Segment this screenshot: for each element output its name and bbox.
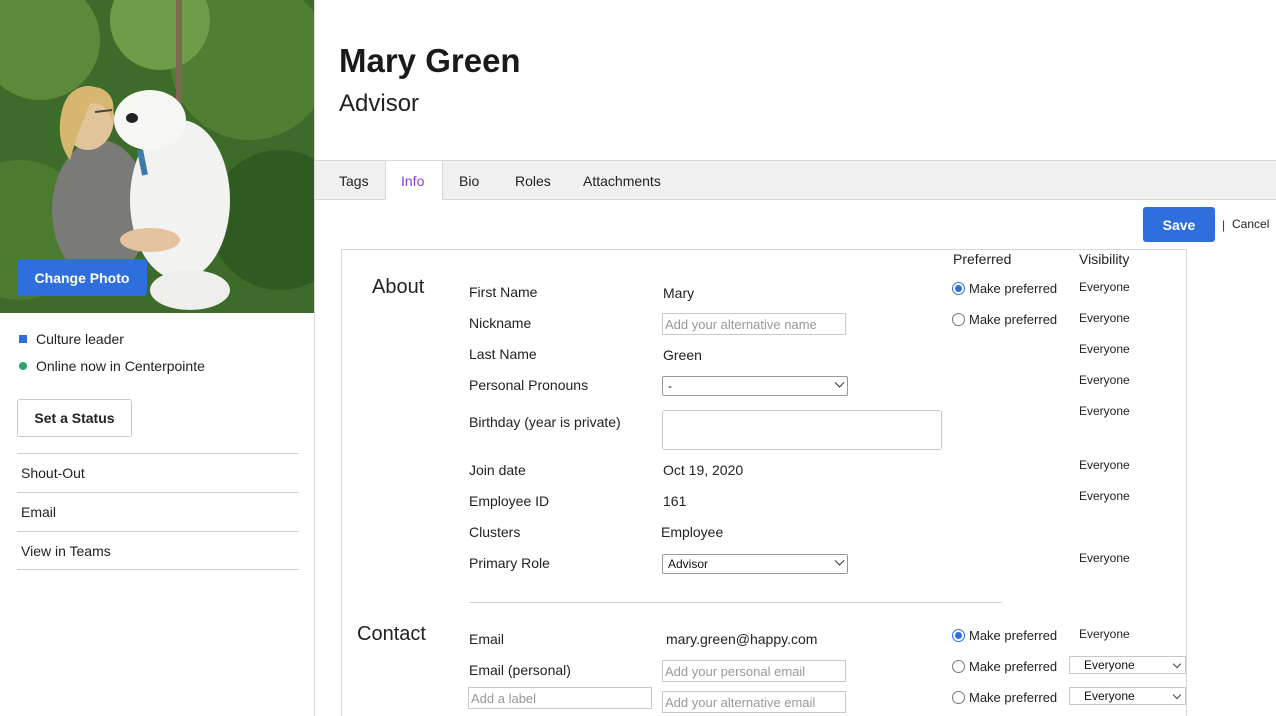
radio-selected-icon[interactable] [952, 282, 965, 295]
nickname-input[interactable] [662, 313, 846, 335]
radio-selected-icon[interactable] [952, 629, 965, 642]
email-preferred[interactable]: Make preferred [952, 628, 1057, 643]
view-in-teams-link[interactable]: View in Teams [17, 531, 299, 570]
change-photo-button[interactable]: Change Photo [17, 259, 147, 296]
tab-bio[interactable]: Bio [459, 161, 479, 200]
radio-icon[interactable] [952, 691, 965, 704]
radio-icon[interactable] [952, 660, 965, 673]
email-alt-visibility-select[interactable]: Everyone [1069, 687, 1186, 705]
profile-page: Change Photo Culture leader Online now i… [0, 0, 1276, 716]
tab-info[interactable]: Info [385, 161, 443, 200]
preferred-label: Make preferred [969, 312, 1058, 327]
visibility-selected-value: Everyone [1084, 689, 1135, 703]
action-separator: | [1222, 218, 1226, 232]
chevron-down-icon [834, 555, 845, 566]
personal-email-input[interactable] [662, 660, 846, 682]
join-date-label: Join date [469, 462, 526, 478]
section-divider [469, 602, 1002, 603]
shout-out-link[interactable]: Shout-Out [17, 453, 299, 492]
badge-square-icon [19, 335, 27, 343]
pronouns-label: Personal Pronouns [469, 377, 589, 393]
email-visibility: Everyone [1079, 627, 1130, 641]
alternative-email-input[interactable] [662, 691, 846, 713]
cancel-link[interactable]: Cancel [1232, 217, 1269, 231]
first-name-preferred[interactable]: Make preferred [952, 281, 1057, 296]
birthday-label: Birthday (year is private) [469, 414, 621, 430]
visibility-column-header: Visibility [1079, 251, 1130, 267]
tab-attachments[interactable]: Attachments [583, 161, 661, 200]
first-name-visibility: Everyone [1079, 280, 1130, 294]
last-name-value: Green [663, 347, 702, 363]
primary-role-selected-value: Advisor [668, 557, 709, 571]
primary-role-select[interactable]: Advisor [662, 554, 848, 574]
preferred-label: Make preferred [969, 659, 1058, 674]
chevron-down-icon [1172, 659, 1182, 669]
contact-section-title: Contact [357, 623, 426, 645]
set-status-button[interactable]: Set a Status [17, 399, 132, 437]
join-date-value: Oct 19, 2020 [663, 462, 744, 478]
profile-sidebar: Change Photo Culture leader Online now i… [0, 0, 315, 716]
tab-bar: Tags Info Bio Roles Attachments [315, 160, 1276, 200]
profile-name: Mary Green [339, 42, 521, 79]
chevron-down-icon [834, 377, 845, 388]
pronouns-visibility: Everyone [1079, 373, 1130, 387]
email-alt-preferred[interactable]: Make preferred [952, 690, 1057, 705]
clusters-value: Employee [661, 524, 724, 540]
chevron-down-icon [1172, 690, 1182, 700]
preferred-label: Make preferred [969, 690, 1058, 705]
primary-role-visibility: Everyone [1079, 551, 1130, 565]
culture-leader-badge: Culture leader [19, 331, 124, 347]
preferred-column-header: Preferred [953, 251, 1012, 267]
tab-tags[interactable]: Tags [339, 161, 369, 200]
birthday-input[interactable] [662, 410, 942, 450]
clusters-label: Clusters [469, 524, 521, 540]
profile-title: Advisor [339, 90, 420, 117]
employee-id-value: 161 [663, 493, 687, 509]
email-label-input[interactable] [468, 687, 652, 709]
last-name-label: Last Name [469, 346, 537, 362]
presence-status: Online now in Centerpointe [19, 358, 205, 374]
badge-label: Culture leader [36, 331, 124, 347]
presence-label: Online now in Centerpointe [36, 358, 205, 374]
first-name-label: First Name [469, 284, 538, 300]
email-link[interactable]: Email [17, 492, 299, 531]
pronouns-selected-value: - [668, 379, 672, 393]
email-personal-label: Email (personal) [469, 662, 571, 678]
primary-role-label: Primary Role [469, 555, 550, 571]
tab-roles[interactable]: Roles [515, 161, 551, 200]
birthday-visibility: Everyone [1079, 404, 1130, 418]
nickname-preferred[interactable]: Make preferred [952, 312, 1057, 327]
online-dot-icon [19, 362, 27, 370]
visibility-selected-value: Everyone [1084, 658, 1135, 672]
pronouns-select[interactable]: - [662, 376, 848, 396]
last-name-visibility: Everyone [1079, 342, 1130, 356]
employee-id-label: Employee ID [469, 493, 550, 509]
email-personal-preferred[interactable]: Make preferred [952, 659, 1057, 674]
employee-id-visibility: Everyone [1079, 489, 1130, 503]
profile-actions: Shout-Out Email View in Teams [17, 453, 299, 570]
first-name-value: Mary [663, 285, 695, 301]
radio-icon[interactable] [952, 313, 965, 326]
email-personal-visibility-select[interactable]: Everyone [1069, 656, 1186, 674]
save-button[interactable]: Save [1143, 207, 1215, 242]
join-date-visibility: Everyone [1079, 458, 1130, 472]
preferred-label: Make preferred [969, 281, 1058, 296]
about-section-title: About [372, 276, 425, 298]
email-label: Email [469, 631, 505, 647]
nickname-visibility: Everyone [1079, 311, 1130, 325]
preferred-label: Make preferred [969, 628, 1058, 643]
nickname-label: Nickname [469, 315, 532, 331]
email-value: mary.green@happy.com [666, 631, 818, 647]
